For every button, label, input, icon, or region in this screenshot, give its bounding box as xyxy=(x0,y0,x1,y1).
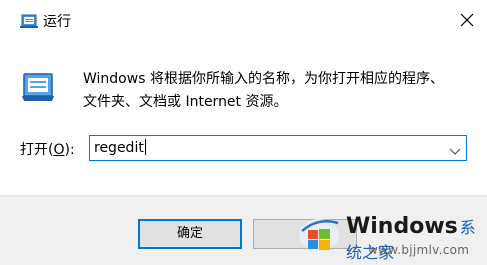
watermark-brand-en: Windows xyxy=(346,214,458,239)
watermark: Windows 系统之家 www.bjjmlv.com xyxy=(288,205,487,264)
description-line-2: 文件夹、文档或 Internet 资源。 xyxy=(83,94,288,110)
ok-button[interactable]: 确定 xyxy=(138,219,242,249)
chevron-down-icon xyxy=(449,148,461,155)
close-icon xyxy=(460,13,474,27)
open-input[interactable]: regedit xyxy=(94,139,146,156)
description-line-1: Windows 将根据你所输入的名称，为你打开相应的程序、 xyxy=(83,71,444,87)
open-label-prefix: 打开( xyxy=(20,142,54,158)
dropdown-button[interactable] xyxy=(448,142,462,155)
open-label: 打开(O): xyxy=(20,139,75,159)
text-caret xyxy=(144,139,146,155)
dialog-description: Windows 将根据你所输入的名称，为你打开相应的程序、 文件夹、文档或 In… xyxy=(83,68,473,114)
open-label-hotkey: O xyxy=(53,142,65,158)
windows-logo-icon xyxy=(299,219,339,251)
window-title: 运行 xyxy=(43,14,71,30)
open-label-suffix: ): xyxy=(64,142,75,158)
run-dialog-icon xyxy=(20,72,56,102)
title-bar: 运行 xyxy=(0,0,487,40)
close-button[interactable] xyxy=(447,0,487,40)
run-app-icon xyxy=(20,13,38,28)
open-combobox[interactable]: regedit xyxy=(89,135,467,161)
open-input-value: regedit xyxy=(94,140,144,156)
watermark-url: www.bjjmlv.com xyxy=(368,243,470,257)
